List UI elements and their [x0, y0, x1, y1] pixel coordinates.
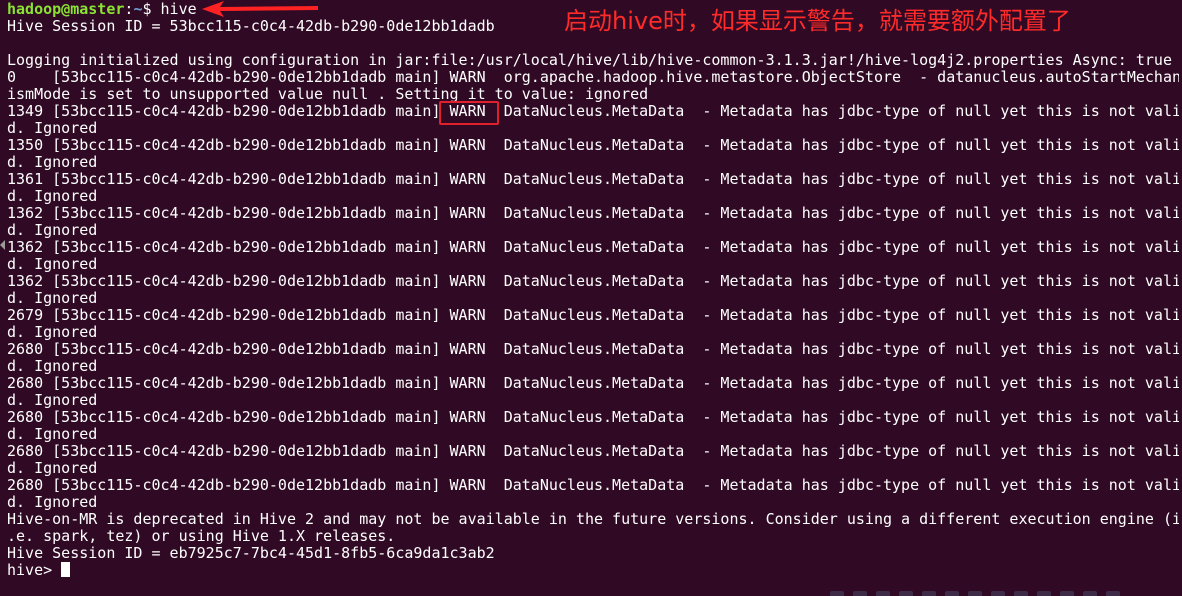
output-line: 2680 [53bcc115-c0c4-42db-b290-0de12bb1da…: [7, 477, 1179, 494]
output-line: d. Ignored: [7, 290, 98, 307]
terminal-window[interactable]: hadoop@master:~$ hive Hive Session ID = …: [0, 0, 1182, 596]
output-line: d. Ignored: [7, 426, 98, 443]
output-line: 2680 [53bcc115-c0c4-42db-b290-0de12bb1da…: [7, 409, 1179, 426]
output-line: d. Ignored: [7, 154, 98, 171]
output-line: 0 [53bcc115-c0c4-42db-b290-0de12bb1dadb …: [7, 69, 1179, 86]
output-line: d. Ignored: [7, 358, 98, 375]
output-line: d. Ignored: [7, 256, 98, 273]
output-line: d. Ignored: [7, 460, 98, 477]
output-line: 1362 [53bcc115-c0c4-42db-b290-0de12bb1da…: [7, 205, 1179, 222]
output-line: 1362 [53bcc115-c0c4-42db-b290-0de12bb1da…: [7, 273, 1179, 290]
warn-highlight-box: [439, 101, 499, 125]
output-line: 1350 [53bcc115-c0c4-42db-b290-0de12bb1da…: [7, 137, 1179, 154]
output-lines: Hive Session ID = 53bcc115-c0c4-42db-b29…: [7, 18, 1179, 562]
prompt-symbol: $: [142, 1, 161, 18]
terminal-output: hadoop@master:~$ hive Hive Session ID = …: [7, 1, 1179, 579]
prompt-user-host: hadoop@master: [7, 1, 125, 18]
red-arrow-icon: [202, 1, 318, 17]
output-line: Hive-on-MR is deprecated in Hive 2 and m…: [7, 511, 1179, 528]
block-cursor: [61, 562, 71, 577]
output-line: Logging initialized using configuration …: [7, 52, 1172, 69]
hive-prompt-line[interactable]: hive>: [7, 562, 1179, 579]
output-line: d. Ignored: [7, 120, 98, 137]
dock-ghost-icons: [830, 586, 1182, 596]
scroll-edge-marker-icon: [0, 240, 5, 250]
output-line: 2680 [53bcc115-c0c4-42db-b290-0de12bb1da…: [7, 341, 1179, 358]
output-line: 2680 [53bcc115-c0c4-42db-b290-0de12bb1da…: [7, 443, 1179, 460]
annotation-note: 启动hive时，如果显示警告，就需要额外配置了: [564, 7, 1071, 35]
output-line: .e. spark, tez) or using Hive 1.X releas…: [7, 528, 396, 545]
output-line: 1349 [53bcc115-c0c4-42db-b290-0de12bb1da…: [7, 103, 1179, 120]
output-line: d. Ignored: [7, 188, 98, 205]
output-line: 2680 [53bcc115-c0c4-42db-b290-0de12bb1da…: [7, 375, 1179, 392]
output-line: 1362 [53bcc115-c0c4-42db-b290-0de12bb1da…: [7, 239, 1179, 256]
output-line: d. Ignored: [7, 324, 98, 341]
output-line: ismMode is set to unsupported value null…: [7, 86, 649, 103]
output-line: Hive Session ID = eb7925c7-7bc4-45d1-8fb…: [7, 545, 495, 562]
output-line: d. Ignored: [7, 222, 98, 239]
output-line: d. Ignored: [7, 494, 98, 511]
hive-prompt: hive>: [7, 562, 62, 579]
prompt-command: hive: [160, 1, 197, 18]
output-line: d. Ignored: [7, 392, 98, 409]
output-line: 2679 [53bcc115-c0c4-42db-b290-0de12bb1da…: [7, 307, 1179, 324]
output-line: 1361 [53bcc115-c0c4-42db-b290-0de12bb1da…: [7, 171, 1179, 188]
